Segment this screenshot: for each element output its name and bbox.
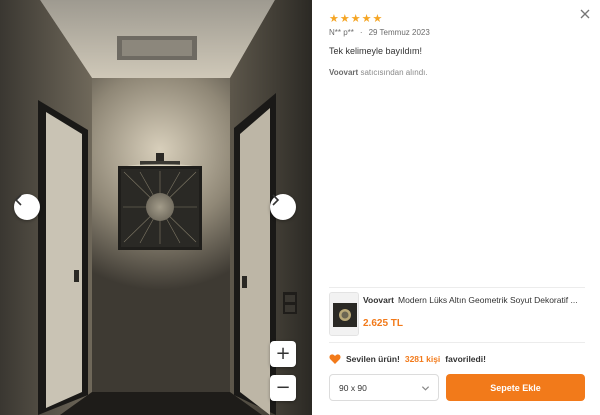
product-brand: Voovart — [363, 295, 395, 305]
previous-image-button[interactable] — [14, 194, 40, 220]
next-image-button[interactable] — [270, 194, 296, 220]
favorites-note: Sevilen ürün! 3281 kişi favoriledi! — [329, 352, 486, 366]
meta-separator: · — [359, 28, 363, 37]
hallway-photo-image — [0, 0, 312, 415]
review-comment: Tek kelimeyle bayıldım! — [329, 46, 423, 56]
seller-name: Voovart — [329, 68, 359, 77]
star-icon: ★ — [339, 12, 350, 25]
review-meta: N** p** · 29 Temmuz 2023 — [329, 28, 430, 37]
review-detail-panel: ★ ★ ★ ★ ★ N** p** · 29 Temmuz 2023 Tek k… — [312, 0, 600, 415]
star-icon: ★ — [361, 12, 372, 25]
product-thumbnail-image — [330, 293, 358, 335]
divider — [329, 342, 585, 343]
review-date: 29 Temmuz 2023 — [368, 28, 430, 37]
product-card[interactable]: Voovart Modern Lüks Altın Geometrik Soyut… — [329, 290, 585, 338]
seller-note: Voovart satıcısından alındı. — [329, 68, 428, 77]
product-title[interactable]: Voovart Modern Lüks Altın Geometrik Soyut… — [363, 295, 585, 305]
chevron-down-icon — [421, 386, 430, 391]
review-author: N** p** — [329, 28, 354, 37]
chevron-right-icon — [272, 194, 280, 206]
divider — [329, 287, 585, 288]
star-icon: ★ — [350, 12, 361, 25]
product-price: 2.625 TL — [363, 318, 404, 329]
zoom-out-button[interactable]: − — [270, 375, 296, 401]
favorites-prefix: Sevilen ürün! — [346, 354, 400, 364]
size-select[interactable]: 90 x 90 — [329, 374, 439, 401]
add-to-cart-button[interactable]: Sepete Ekle — [446, 374, 585, 401]
rating-stars: ★ ★ ★ ★ ★ — [329, 13, 382, 24]
favorites-suffix: favoriledi! — [445, 354, 486, 364]
chevron-left-icon — [14, 194, 22, 206]
product-thumbnail[interactable] — [329, 292, 359, 336]
star-icon: ★ — [329, 12, 339, 25]
review-image-modal: + − ★ ★ ★ ★ ★ N** p** · 29 Temmuz 2023 T… — [0, 0, 600, 415]
heart-icon — [329, 354, 341, 364]
favorites-count: 3281 kişi — [404, 354, 441, 364]
product-name: Modern Lüks Altın Geometrik Soyut Dekora… — [398, 295, 578, 305]
size-select-value: 90 x 90 — [339, 382, 367, 393]
close-icon[interactable] — [577, 6, 593, 22]
review-photo: + − — [0, 0, 312, 415]
zoom-in-button[interactable]: + — [270, 341, 296, 367]
star-icon: ★ — [372, 12, 383, 25]
seller-suffix: satıcısından alındı. — [360, 68, 428, 77]
